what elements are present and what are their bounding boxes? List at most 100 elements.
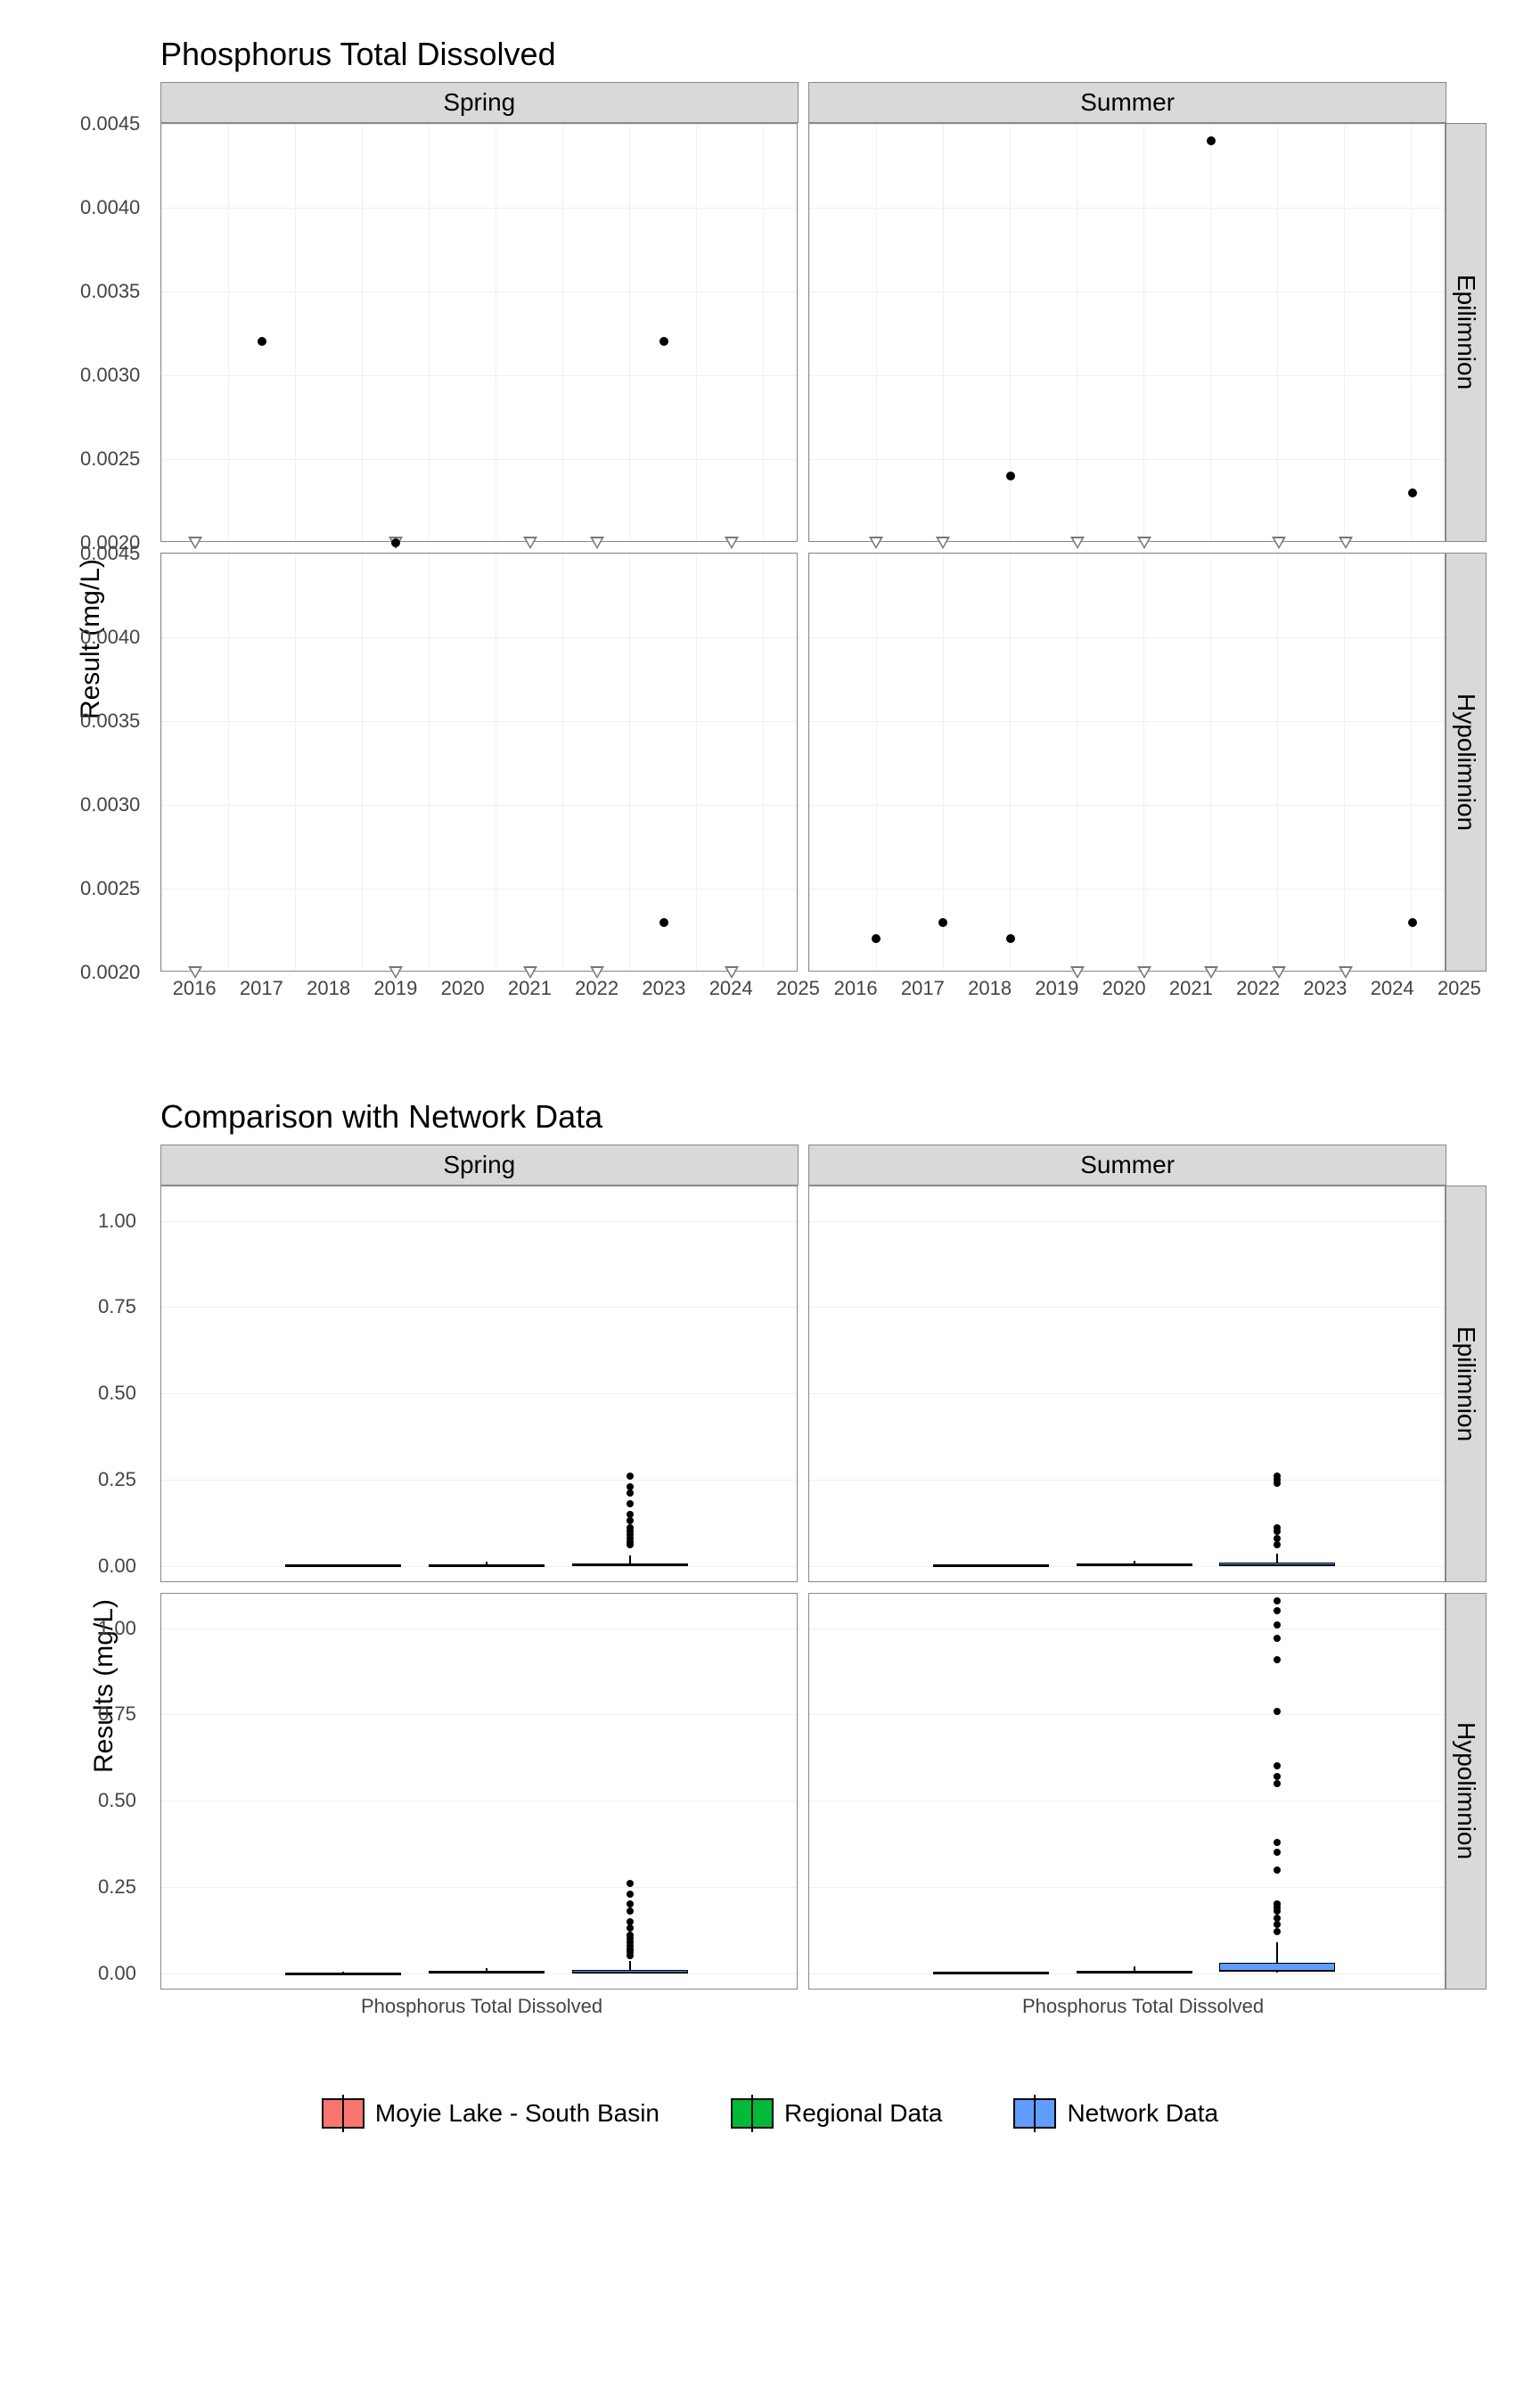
y-tick: 1.00 [98, 1617, 136, 1640]
x-tick: 2020 [441, 977, 485, 1000]
facet-row-epilimnion: Epilimnion [1446, 123, 1487, 542]
y-tick: 0.00 [98, 1962, 136, 1985]
outlier-point [1274, 1473, 1281, 1480]
x-tick: 2024 [1371, 977, 1414, 1000]
x-tick: 2021 [508, 977, 552, 1000]
outlier-point [1274, 1541, 1281, 1548]
x-tick: 2025 [1438, 977, 1481, 1000]
box-median [1219, 1970, 1335, 1972]
facet-col-summer: Summer [808, 82, 1446, 123]
x-tick: 2018 [968, 977, 1012, 1000]
y-tick: 0.25 [98, 1468, 136, 1491]
outlier-point [1274, 1921, 1281, 1928]
x-tick: 2023 [642, 977, 685, 1000]
y-tick: 0.0025 [80, 877, 140, 900]
legend-label: Network Data [1067, 2099, 1218, 2128]
legend-label: Regional Data [784, 2099, 942, 2128]
x-tick: 2023 [1303, 977, 1347, 1000]
x-tick: Phosphorus Total Dissolved [361, 1995, 602, 2018]
y-tick: 0.0030 [80, 364, 140, 387]
legend: Moyie Lake - South Basin Regional Data N… [53, 2098, 1487, 2129]
box-median [572, 1972, 688, 1973]
x-tick: 2019 [373, 977, 417, 1000]
outlier-point [1274, 1597, 1281, 1604]
outlier-point [627, 1924, 634, 1932]
outlier-point [627, 1489, 634, 1497]
outlier-point [627, 1483, 634, 1490]
box-median [572, 1564, 688, 1566]
outlier-point [1274, 1900, 1281, 1908]
outlier-point [1274, 1867, 1281, 1874]
bottom-chart: Results (mg/L) 0.000.250.500.751.000.000… [160, 1145, 1487, 2054]
censored-marker-icon [523, 537, 537, 549]
x-tick: 2024 [709, 977, 753, 1000]
data-point [659, 337, 668, 346]
outlier-point [1274, 1928, 1281, 1935]
legend-swatch [1013, 2098, 1056, 2129]
box-median [1077, 1972, 1192, 1973]
censored-marker-icon [1137, 537, 1151, 549]
outlier-point [627, 1932, 634, 1939]
outlier-point [1274, 1621, 1281, 1629]
x-tick: 2022 [1236, 977, 1280, 1000]
y-tick: 0.0020 [80, 961, 140, 984]
data-point [1006, 472, 1015, 480]
box-median [1077, 1564, 1192, 1566]
x-tick: 2022 [575, 977, 618, 1000]
legend-item: Moyie Lake - South Basin [322, 2098, 659, 2129]
facet-col-summer-b: Summer [808, 1145, 1446, 1186]
x-tick: 2020 [1102, 977, 1146, 1000]
outlier-point [1274, 1773, 1281, 1780]
outlier-point [627, 1500, 634, 1507]
outlier-point [1274, 1708, 1281, 1715]
y-tick: 0.0030 [80, 793, 140, 816]
outlier-point [627, 1891, 634, 1898]
outlier-point [1274, 1535, 1281, 1542]
outlier-point [1274, 1849, 1281, 1856]
y-tick: 1.00 [98, 1210, 136, 1233]
y-tick: 0.0040 [80, 196, 140, 219]
outlier-point [1274, 1915, 1281, 1922]
x-tick: 2025 [776, 977, 820, 1000]
y-tick: 0.25 [98, 1875, 136, 1899]
censored-marker-icon [188, 537, 202, 549]
outlier-point [1274, 1839, 1281, 1846]
outlier-point [1274, 1780, 1281, 1787]
box-median [429, 1564, 545, 1566]
facet-col-spring: Spring [160, 82, 799, 123]
data-point [258, 337, 266, 346]
x-tick: 2016 [834, 977, 878, 1000]
top-chart: Result (mg/L) 0.00200.00250.00300.00350.… [160, 82, 1487, 1036]
data-point [1408, 488, 1417, 497]
y-tick: 0.00 [98, 1555, 136, 1578]
box-median [285, 1973, 401, 1974]
censored-marker-icon [869, 537, 883, 549]
legend-label: Moyie Lake - South Basin [375, 2099, 659, 2128]
x-tick: Phosphorus Total Dissolved [1022, 1995, 1264, 2018]
y-tick: 0.0035 [80, 710, 140, 733]
facet-row-epilimnion-b: Epilimnion [1446, 1186, 1487, 1582]
data-point [938, 918, 947, 927]
x-tick: 2017 [901, 977, 945, 1000]
outlier-point [627, 1473, 634, 1480]
box-median [429, 1972, 545, 1973]
x-tick: 2017 [240, 977, 283, 1000]
outlier-point [627, 1900, 634, 1908]
facet-row-hypolimnion: Hypolimnion [1446, 553, 1487, 972]
facet-col-spring-b: Spring [160, 1145, 799, 1186]
censored-marker-icon [1070, 537, 1085, 549]
facet-row-hypolimnion-b: Hypolimnion [1446, 1593, 1487, 1990]
x-tick: 2016 [173, 977, 217, 1000]
outlier-point [1274, 1635, 1281, 1642]
x-tick: 2021 [1169, 977, 1213, 1000]
outlier-point [627, 1524, 634, 1531]
outlier-point [627, 1908, 634, 1915]
outlier-point [1274, 1524, 1281, 1531]
y-tick: 0.50 [98, 1382, 136, 1405]
censored-marker-icon [1272, 537, 1286, 549]
outlier-point [627, 1880, 634, 1887]
legend-item: Regional Data [731, 2098, 942, 2129]
outlier-point [627, 1918, 634, 1925]
censored-marker-icon [725, 537, 739, 549]
data-point [1006, 934, 1015, 943]
